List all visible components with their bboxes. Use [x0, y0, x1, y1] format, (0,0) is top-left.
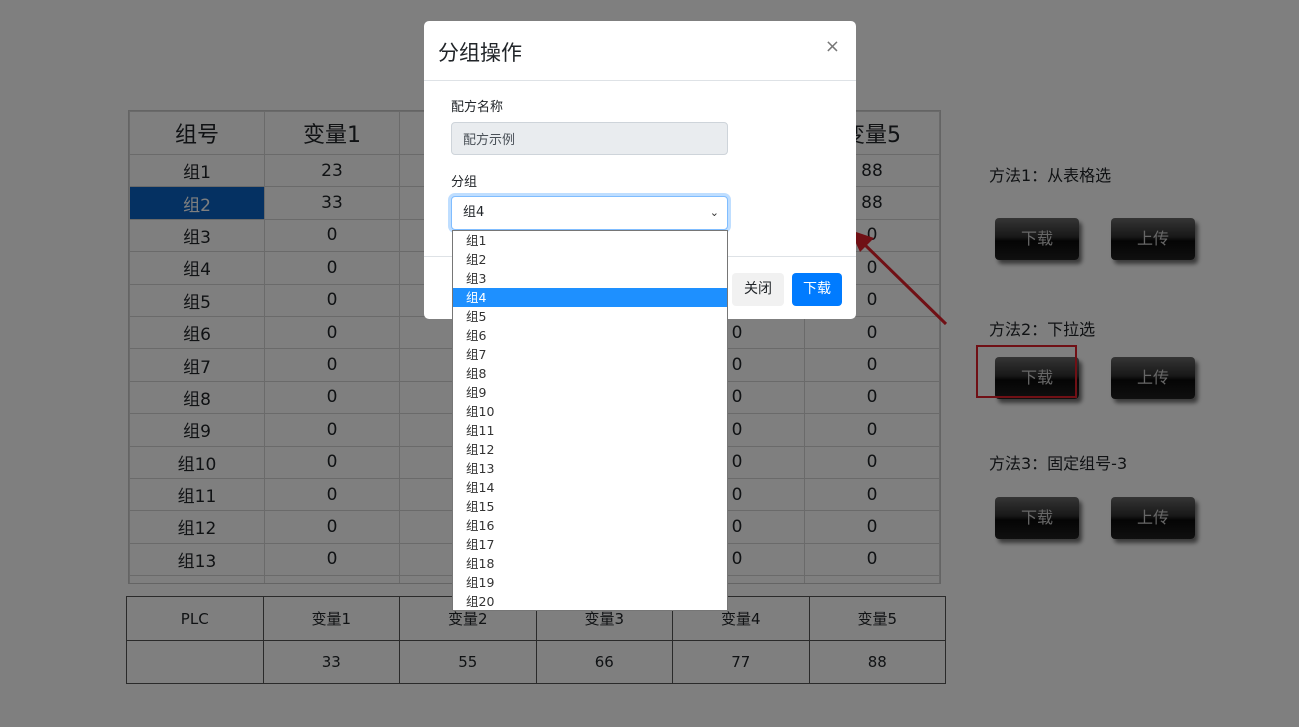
dropdown-option[interactable]: 组12 — [453, 440, 727, 459]
recipe-name-input — [451, 122, 728, 155]
recipe-name-label: 配方名称 — [451, 100, 504, 115]
dropdown-option[interactable]: 组9 — [453, 383, 727, 402]
dropdown-option[interactable]: 组11 — [453, 421, 727, 440]
dropdown-option[interactable]: 组6 — [453, 326, 727, 345]
chevron-down-icon: ⌄ — [709, 206, 719, 219]
group-label: 分组 — [451, 175, 478, 190]
dropdown-option[interactable]: 组16 — [453, 516, 727, 535]
download-button[interactable]: 下载 — [792, 273, 842, 306]
group-select[interactable]: 组4 ⌄ — [451, 196, 728, 230]
dropdown-option[interactable]: 组2 — [453, 250, 727, 269]
dropdown-option[interactable]: 组4 — [453, 288, 727, 307]
modal-header: 分组操作 × — [424, 21, 856, 81]
dropdown-option[interactable]: 组10 — [453, 402, 727, 421]
dropdown-option[interactable]: 组17 — [453, 535, 727, 554]
dropdown-option[interactable]: 组5 — [453, 307, 727, 326]
close-button[interactable]: 关闭 — [732, 273, 784, 306]
dropdown-option[interactable]: 组18 — [453, 554, 727, 573]
close-icon[interactable]: × — [825, 36, 840, 57]
dropdown-option[interactable]: 组1 — [453, 231, 727, 250]
group-select-value: 组4 — [463, 205, 485, 220]
dropdown-option[interactable]: 组7 — [453, 345, 727, 364]
dropdown-option[interactable]: 组13 — [453, 459, 727, 478]
dropdown-option[interactable]: 组14 — [453, 478, 727, 497]
dropdown-option[interactable]: 组3 — [453, 269, 727, 288]
modal-title: 分组操作 — [438, 41, 522, 65]
dropdown-option[interactable]: 组19 — [453, 573, 727, 592]
group-dropdown-list[interactable]: 组1 组2 组3 组4 组5 组6 组7 组8 组9 组10 组11 组12 组13 组14 组15 组16 组… — [452, 230, 728, 611]
dropdown-option[interactable]: 组20 — [453, 592, 727, 610]
dropdown-option[interactable]: 组8 — [453, 364, 727, 383]
dropdown-option[interactable]: 组15 — [453, 497, 727, 516]
